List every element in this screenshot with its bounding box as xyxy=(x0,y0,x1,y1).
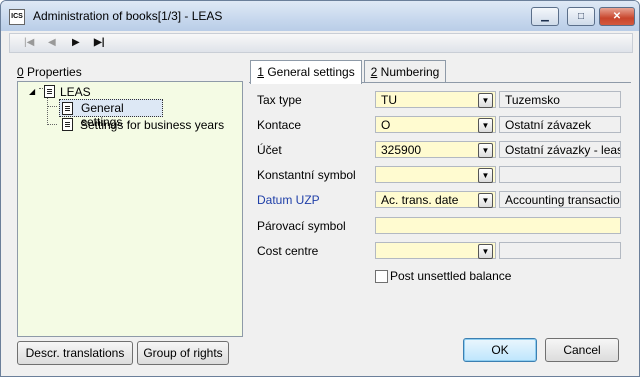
properties-label: 0 Properties xyxy=(17,65,82,79)
next-record-icon[interactable]: ▶ xyxy=(72,36,80,50)
dropdown-icon[interactable]: ▼ xyxy=(478,118,493,133)
title-bar[interactable]: ICS Administration of books[1/3] - LEAS … xyxy=(1,1,639,31)
dialog-window: ICS Administration of books[1/3] - LEAS … xyxy=(0,0,640,377)
kontace-combo[interactable]: O ▼ xyxy=(375,116,496,133)
tax-type-label: Tax type xyxy=(257,93,302,107)
maximize-button[interactable]: □ xyxy=(567,7,595,26)
previous-record-icon[interactable]: ◀ xyxy=(48,36,56,50)
tree-branch-line xyxy=(47,106,57,107)
cost-centre-label: Cost centre xyxy=(257,244,319,258)
maximize-icon: □ xyxy=(577,11,585,22)
tree-item-business-years[interactable]: Settings for business years xyxy=(59,117,239,133)
tree-item-general-settings[interactable]: General settings xyxy=(59,99,163,129)
document-icon xyxy=(62,102,73,115)
last-record-icon[interactable]: ▶| xyxy=(94,36,105,50)
kontace-description: Ostatní závazek xyxy=(499,116,621,133)
dropdown-icon[interactable]: ▼ xyxy=(478,143,493,158)
close-button[interactable]: ✕ xyxy=(599,7,635,26)
tree-branch-line xyxy=(47,124,57,125)
navigation-toolbar: |◀ ◀ ▶ ▶| xyxy=(9,33,633,53)
ucet-combo[interactable]: 325900 ▼ xyxy=(375,141,496,158)
tab-label: Numbering xyxy=(377,65,440,79)
tree-expand-icon[interactable]: ◢ xyxy=(29,87,35,96)
tab-label: General settings xyxy=(263,65,355,79)
document-icon xyxy=(44,85,55,98)
properties-label-accesskey: 0 xyxy=(17,65,24,79)
minimize-icon: ▁ xyxy=(541,11,549,22)
dropdown-icon[interactable]: ▼ xyxy=(478,168,493,183)
datum-uzp-combo[interactable]: Ac. trans. date ▼ xyxy=(375,191,496,208)
parovaci-symbol-label: Párovací symbol xyxy=(257,219,346,233)
document-icon xyxy=(62,118,73,131)
tab-general-settings[interactable]: 1 General settings xyxy=(250,60,362,84)
tree-connector xyxy=(39,88,43,89)
cancel-button[interactable]: Cancel xyxy=(545,338,619,362)
app-icon: ICS xyxy=(9,9,25,25)
parovaci-symbol-input[interactable] xyxy=(375,217,621,234)
kontace-value: O xyxy=(381,118,391,132)
cost-centre-description xyxy=(499,242,621,259)
datum-uzp-value: Ac. trans. date xyxy=(381,193,459,207)
tree-item-label: Settings for business years xyxy=(80,118,225,132)
ucet-value: 325900 xyxy=(381,143,422,157)
tree-branch-line xyxy=(47,98,49,125)
first-record-icon[interactable]: |◀ xyxy=(24,36,34,50)
ucet-label: Účet xyxy=(257,143,282,157)
datum-uzp-description: Accounting transaction xyxy=(499,191,621,208)
post-unsettled-balance-label[interactable]: Post unsettled balance xyxy=(390,269,511,283)
konstantni-symbol-label: Konstantní symbol xyxy=(257,168,356,182)
konstantni-symbol-description xyxy=(499,166,621,183)
datum-uzp-label[interactable]: Datum UZP xyxy=(257,193,320,207)
tax-type-combo[interactable]: TU ▼ xyxy=(375,91,496,108)
ucet-description: Ostatní závazky - leasin xyxy=(499,141,621,158)
descr-translations-button[interactable]: Descr. translations xyxy=(17,341,133,365)
konstantni-symbol-combo[interactable]: ▼ xyxy=(375,166,496,183)
properties-label-text: Properties xyxy=(23,65,82,79)
tax-type-description: Tuzemsko xyxy=(499,91,621,108)
tree-root-label: LEAS xyxy=(60,85,91,99)
post-unsettled-balance-checkbox[interactable] xyxy=(375,270,388,283)
ok-button[interactable]: OK xyxy=(463,338,537,362)
close-icon: ✕ xyxy=(612,11,622,22)
dropdown-icon[interactable]: ▼ xyxy=(478,244,493,259)
dropdown-icon[interactable]: ▼ xyxy=(478,193,493,208)
tab-accesskey: 1 xyxy=(257,65,264,79)
cost-centre-combo[interactable]: ▼ xyxy=(375,242,496,259)
dropdown-icon[interactable]: ▼ xyxy=(478,93,493,108)
tab-numbering[interactable]: 2 Numbering xyxy=(364,60,446,83)
minimize-button[interactable]: ▁ xyxy=(531,7,559,26)
window-title: Administration of books[1/3] - LEAS xyxy=(33,9,223,23)
tax-type-value: TU xyxy=(381,93,397,107)
group-of-rights-button[interactable]: Group of rights xyxy=(137,341,229,365)
kontace-label: Kontace xyxy=(257,118,302,132)
